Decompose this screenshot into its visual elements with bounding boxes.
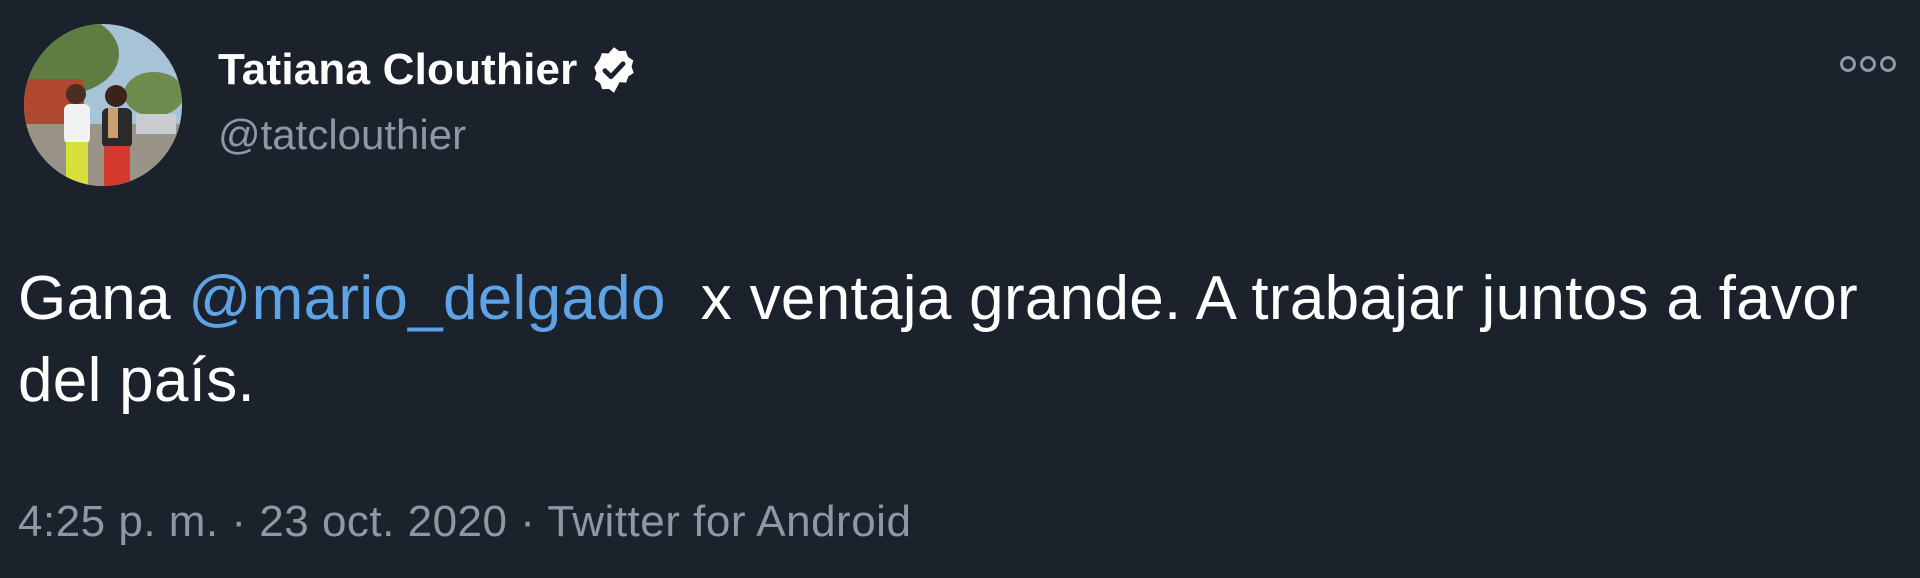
avatar-image xyxy=(24,24,182,186)
tweet-text-start: Gana xyxy=(18,264,189,333)
tweet-metadata: 4:25 p. m. · 23 oct. 2020 · Twitter for … xyxy=(18,496,911,548)
more-options-icon[interactable] xyxy=(1838,52,1898,76)
author-name-row[interactable]: Tatiana Clouthier xyxy=(218,44,640,96)
mention-link[interactable]: @mario_delgado xyxy=(188,264,665,333)
author-handle[interactable]: @tatclouthier xyxy=(218,110,466,160)
author-display-name[interactable]: Tatiana Clouthier xyxy=(218,44,578,96)
tweet-source[interactable]: Twitter for Android xyxy=(547,497,911,546)
tweet-time[interactable]: 4:25 p. m. xyxy=(18,497,219,546)
meta-separator: · xyxy=(231,497,247,546)
tweet-date[interactable]: 23 oct. 2020 xyxy=(259,497,507,546)
verified-badge-icon xyxy=(588,44,640,96)
avatar[interactable] xyxy=(24,24,182,186)
meta-separator: · xyxy=(520,497,536,546)
tweet-card: Tatiana Clouthier @tatclouthier Gana @ma… xyxy=(0,0,1920,578)
tweet-text: Gana @mario_delgado x ventaja grande. A … xyxy=(18,258,1898,422)
